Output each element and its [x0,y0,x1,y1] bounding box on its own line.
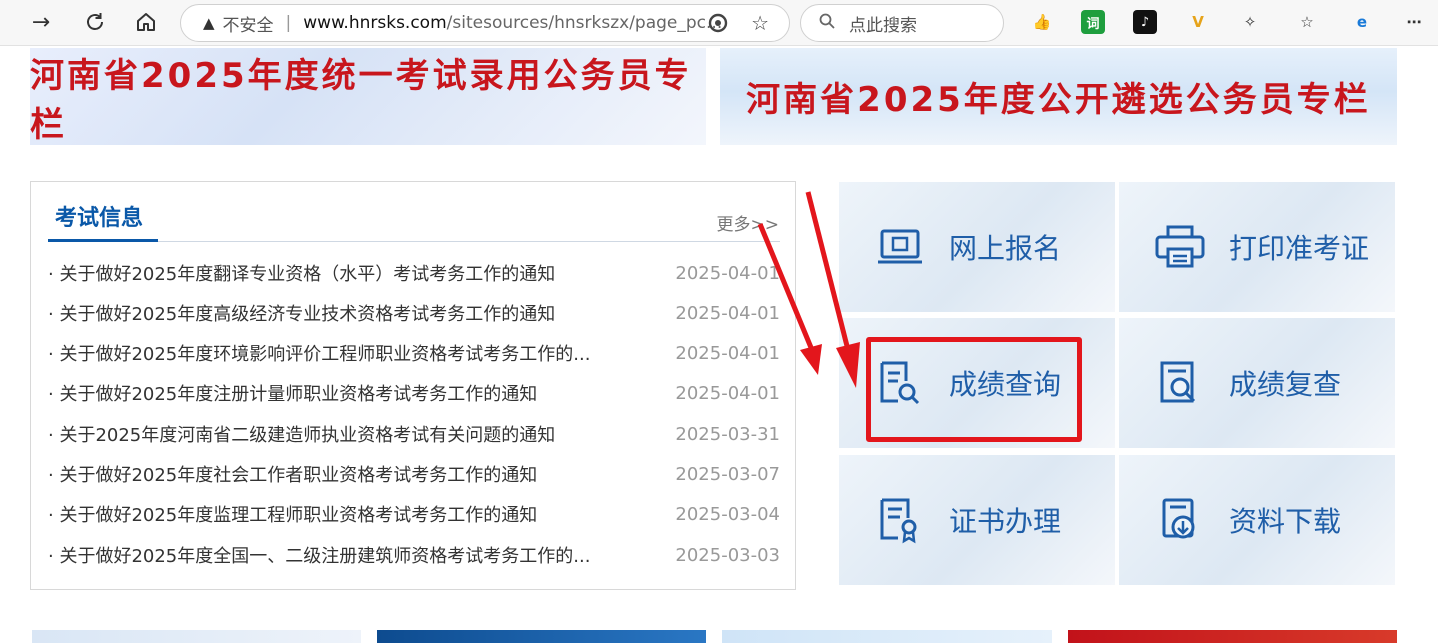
read-aloud-icon[interactable] [707,12,729,39]
score-review-icon [1153,358,1207,408]
news-item-title[interactable]: · 关于做好2025年度环境影响评价工程师职业资格考试考务工作的... [48,340,670,366]
tile-label: 证书办理 [949,505,1062,538]
news-item-date: 2025-03-07 [675,463,780,485]
refresh-icon[interactable] [80,7,110,37]
insecure-label: 不安全 [222,15,274,36]
bottom-banner-3[interactable] [722,630,1052,643]
address-bar[interactable]: ▲ 不安全 | www.hnrsks.com/sitesources/hnsrk… [180,4,790,42]
exam-info-title: 考试信息 [55,206,144,231]
favorite-star-icon[interactable]: ☆ [751,11,769,35]
news-item-title[interactable]: · 关于做好2025年度社会工作者职业资格考试考务工作的通知 [48,461,670,487]
warning-icon: ▲ [203,14,215,32]
news-item[interactable]: · 关于做好2025年度翻译专业资格（水平）考试考务工作的通知 2025-04-… [48,253,780,293]
online-register-tile[interactable]: 网上报名 [839,182,1115,312]
bottom-banner-4[interactable] [1068,630,1397,643]
download-icon [1153,495,1207,545]
bottom-banner-1[interactable] [32,630,361,643]
news-item-title[interactable]: · 关于做好2025年度全国一、二级注册建筑师资格考试考务工作的... [48,542,670,568]
news-item[interactable]: · 关于做好2025年度环境影响评价工程师职业资格考试考务工作的... 2025… [48,333,780,373]
banner-open-selection[interactable]: 河南省2025年度公开遴选公务员专栏 [720,48,1397,145]
more-menu-icon[interactable]: ⋯ [1402,10,1426,34]
printer-icon [1153,222,1207,272]
banner-open-selection-text: 河南省2025年度公开遴选公务员专栏 [746,80,1371,120]
news-item-title[interactable]: · 关于做好2025年度注册计量师职业资格考试考务工作的通知 [48,380,670,406]
news-item[interactable]: · 关于2025年度河南省二级建造师执业资格考试有关问题的通知 2025-03-… [48,414,780,454]
tile-label: 资料下载 [1229,505,1342,538]
news-item-date: 2025-03-04 [675,503,780,525]
edge-collections-icon[interactable]: e [1350,10,1374,34]
download-tile[interactable]: 资料下载 [1119,455,1395,585]
print-admission-tile[interactable]: 打印准考证 [1119,182,1395,312]
address-separator: | [285,13,292,33]
news-item[interactable]: · 关于做好2025年度注册计量师职业资格考试考务工作的通知 2025-04-0… [48,373,780,413]
dictionary-extension-icon[interactable]: 词 [1081,10,1105,34]
v-extension-icon[interactable]: V [1186,10,1210,34]
extensions-puzzle-icon[interactable]: ✧ [1238,10,1262,34]
browser-toolbar: → ▲ 不安全 | www.hnrsks.com/sitesources/hns… [0,0,1438,46]
banner-unified-exam[interactable]: 河南省2025年度统一考试录用公务员专栏 [30,48,706,145]
favorites-list-icon[interactable]: ☆ [1295,10,1319,34]
annotation-arrow [757,191,860,388]
score-query-highlight-box [866,337,1082,442]
news-item[interactable]: · 关于做好2025年度全国一、二级注册建筑师资格考试考务工作的... 2025… [48,535,780,575]
news-item-date: 2025-03-03 [675,544,780,566]
news-item[interactable]: · 关于做好2025年度高级经济专业技术资格考试考务工作的通知 2025-04-… [48,293,780,333]
certificate-icon [873,495,927,545]
certificate-tile[interactable]: 证书办理 [839,455,1115,585]
search-box[interactable]: 点此搜索 [800,4,1004,42]
news-item-title[interactable]: · 关于做好2025年度高级经济专业技术资格考试考务工作的通知 [48,300,670,326]
news-item-date: 2025-03-31 [675,423,780,445]
news-item-title[interactable]: · 关于2025年度河南省二级建造师执业资格考试有关问题的通知 [48,421,670,447]
search-icon [819,13,835,34]
title-underline [48,239,158,242]
tiktok-extension-icon[interactable]: ♪ [1133,10,1157,34]
news-item[interactable]: · 关于做好2025年度社会工作者职业资格考试考务工作的通知 2025-03-0… [48,454,780,494]
online-register-icon [873,222,927,272]
tile-label: 网上报名 [949,232,1062,265]
news-item[interactable]: · 关于做好2025年度监理工程师职业资格考试考务工作的通知 2025-03-0… [48,494,780,534]
news-item-title[interactable]: · 关于做好2025年度监理工程师职业资格考试考务工作的通知 [48,501,670,527]
exam-info-panel: 考试信息 更多>> · 关于做好2025年度翻译专业资格（水平）考试考务工作的通… [30,181,796,590]
score-review-tile[interactable]: 成绩复查 [1119,318,1395,448]
tile-label: 打印准考证 [1229,232,1370,265]
bottom-banner-2[interactable] [377,630,706,643]
home-icon[interactable] [131,7,161,37]
forward-icon[interactable]: → [26,7,56,37]
thumbs-up-extension-icon[interactable]: 👍 [1030,10,1054,34]
url-host: www.hnrsks.com [303,13,447,33]
tile-label: 成绩复查 [1229,368,1342,401]
url-path: /sitesources/hnsrkszx/page_pc... [446,13,723,33]
news-item-title[interactable]: · 关于做好2025年度翻译专业资格（水平）考试考务工作的通知 [48,260,670,286]
banner-unified-exam-text: 河南省2025年度统一考试录用公务员专栏 [30,55,692,145]
search-placeholder: 点此搜索 [849,15,917,36]
